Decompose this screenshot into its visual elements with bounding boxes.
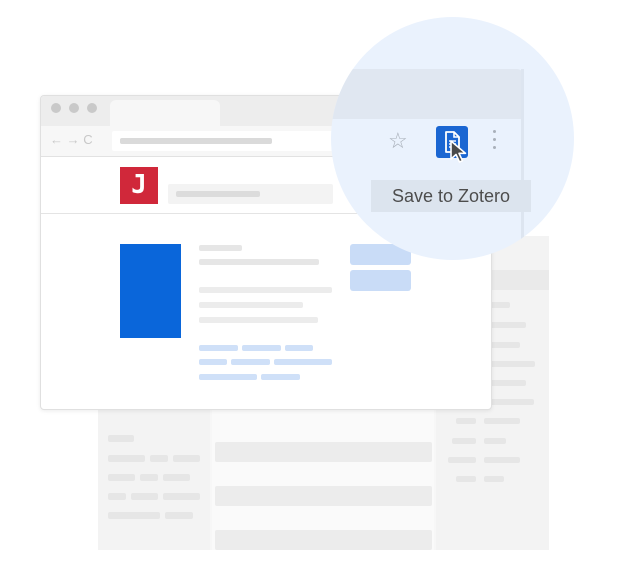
placeholder-line xyxy=(448,457,476,463)
placeholder-line xyxy=(108,474,135,481)
placeholder-line xyxy=(131,493,158,500)
magnified-window-edge xyxy=(521,69,524,260)
window-zoom-dot[interactable] xyxy=(87,103,97,113)
toolbar-magnifier: ☆ Save to Zotero xyxy=(331,17,574,260)
nav-buttons[interactable]: ← → C xyxy=(50,130,93,150)
placeholder-line xyxy=(490,342,520,348)
placeholder-line xyxy=(163,493,200,500)
placeholder-line xyxy=(484,476,504,482)
placeholder-line xyxy=(490,361,535,367)
search-placeholder xyxy=(176,191,260,197)
placeholder-block xyxy=(215,530,432,550)
placeholder-line xyxy=(490,380,526,386)
article-link-line[interactable] xyxy=(285,345,313,351)
article-title-line xyxy=(199,245,242,251)
placeholder-line xyxy=(490,322,526,328)
article-action-button[interactable] xyxy=(350,270,411,291)
placeholder-line xyxy=(484,457,520,463)
article-meta-line xyxy=(199,287,332,293)
placeholder-line xyxy=(163,474,190,481)
bookmark-star-icon[interactable]: ☆ xyxy=(388,126,408,156)
article-cover-image xyxy=(120,244,181,338)
placeholder-line xyxy=(150,455,168,462)
article-link-line[interactable] xyxy=(274,359,332,365)
placeholder-line xyxy=(456,418,476,424)
kebab-menu-icon[interactable] xyxy=(492,130,498,154)
placeholder-line xyxy=(456,476,476,482)
placeholder-line xyxy=(108,455,145,462)
article-link-line[interactable] xyxy=(261,374,300,380)
article-meta-line xyxy=(199,317,318,323)
site-logo[interactable]: J xyxy=(120,167,158,204)
placeholder-line xyxy=(108,435,134,442)
article-link-line[interactable] xyxy=(242,345,281,351)
article-meta-line xyxy=(199,302,303,308)
placeholder-line xyxy=(484,438,506,444)
placeholder-block xyxy=(215,442,432,462)
window-minimize-dot[interactable] xyxy=(69,103,79,113)
url-placeholder xyxy=(120,138,272,144)
site-search-input[interactable] xyxy=(168,184,333,204)
address-bar[interactable] xyxy=(112,131,337,151)
browser-tab[interactable] xyxy=(110,100,220,126)
magnified-tab-strip xyxy=(331,69,523,119)
article-link-line[interactable] xyxy=(199,359,227,365)
placeholder-line xyxy=(108,493,126,500)
save-to-zotero-tooltip: Save to Zotero xyxy=(371,180,531,212)
placeholder-block xyxy=(215,486,432,506)
article-link-line[interactable] xyxy=(231,359,270,365)
mouse-pointer-icon xyxy=(450,140,467,163)
background-middle-column xyxy=(212,410,434,550)
placeholder-line xyxy=(173,455,200,462)
placeholder-line xyxy=(490,302,510,308)
article-title-line xyxy=(199,259,319,265)
article-link-line[interactable] xyxy=(199,345,238,351)
placeholder-line xyxy=(165,512,193,519)
placeholder-line xyxy=(452,438,476,444)
window-close-dot[interactable] xyxy=(51,103,61,113)
placeholder-line xyxy=(140,474,158,481)
placeholder-line xyxy=(108,512,160,519)
article-link-line[interactable] xyxy=(199,374,257,380)
placeholder-line xyxy=(484,418,520,424)
placeholder-line xyxy=(490,399,534,405)
